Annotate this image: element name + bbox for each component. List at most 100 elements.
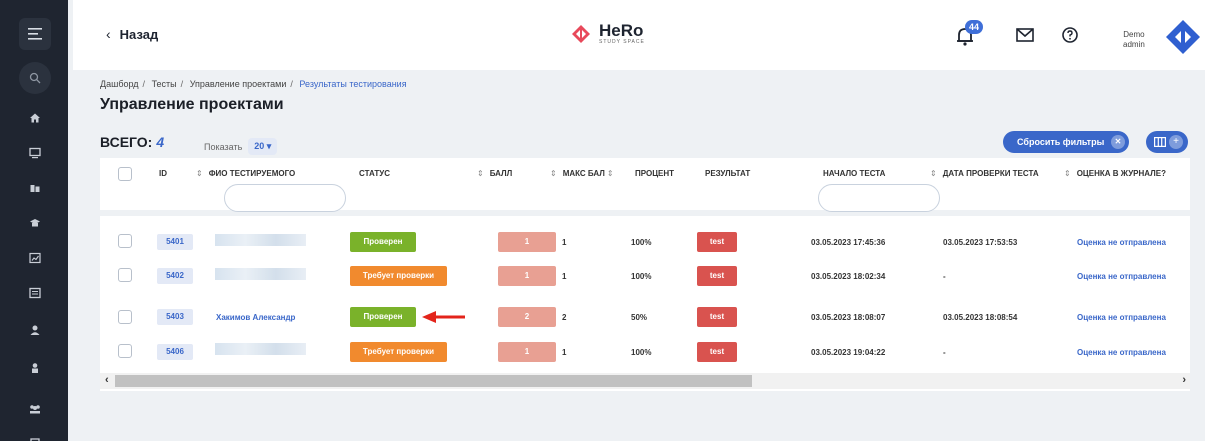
name-filter-input[interactable] <box>224 184 346 212</box>
avatar[interactable] <box>1164 18 1202 56</box>
back-button[interactable]: ‹ Назад <box>106 26 158 42</box>
columns-icon <box>1154 137 1166 147</box>
column-result[interactable]: РЕЗУЛЬТАТ <box>705 169 750 178</box>
table-row[interactable]: 5402 Требует проверки 1 1 100% test 03.0… <box>100 259 1190 293</box>
columns-settings-button[interactable]: + <box>1146 131 1188 153</box>
column-journal[interactable]: ⇕ ОЦЕНКА В ЖУРНАЛЕ? <box>1064 169 1166 178</box>
start-filter-input[interactable] <box>818 184 940 212</box>
status-badge[interactable]: Требует проверки <box>350 266 447 286</box>
sort-icon: ⇕ <box>477 169 484 178</box>
brand-subtitle: STUDY SPACE <box>599 38 645 45</box>
status-badge[interactable]: Проверен <box>350 232 416 252</box>
start-time: 03.05.2023 19:04:22 <box>811 348 886 357</box>
table-row[interactable]: 5406 Требует проверки 1 1 100% test 03.0… <box>100 337 1190 371</box>
column-max-score[interactable]: ⇕ МАКС БАЛ ⇕ <box>550 169 614 178</box>
reset-filters-label: Сбросить фильтры <box>1017 137 1105 147</box>
journal-status-link[interactable]: Оценка не отправлена <box>1077 313 1166 322</box>
row-checkbox[interactable] <box>118 344 132 358</box>
result-badge[interactable]: test <box>697 342 737 362</box>
select-all-checkbox[interactable] <box>118 167 132 181</box>
check-time: - <box>943 272 946 281</box>
percent: 100% <box>631 238 652 247</box>
search-icon[interactable] <box>19 62 51 94</box>
page-size-control: Показать 20 ▾ <box>204 138 278 155</box>
teacher-icon[interactable] <box>19 352 51 384</box>
notification-badge: 44 <box>965 20 984 34</box>
brand-logo[interactable]: HeRo STUDY SPACE <box>569 22 645 46</box>
plus-icon: + <box>1169 135 1183 149</box>
user-icon[interactable] <box>19 314 51 346</box>
graduation-icon[interactable] <box>19 207 51 239</box>
status-badge[interactable]: Требует проверки <box>350 342 447 362</box>
home-icon[interactable] <box>19 102 51 134</box>
chevron-left-icon: ‹ <box>106 26 111 42</box>
percent: 50% <box>631 313 648 322</box>
scroll-left-icon[interactable]: ‹ <box>105 374 109 386</box>
total-label: ВСЕГО: <box>100 134 153 150</box>
tests-icon[interactable] <box>19 277 51 309</box>
row-id[interactable]: 5403 <box>157 309 193 325</box>
sort-icon: ⇕ <box>1064 169 1071 178</box>
row-checkbox[interactable] <box>118 234 132 248</box>
chat-help-icon[interactable] <box>1061 26 1079 44</box>
row-checkbox[interactable] <box>118 310 132 324</box>
max-score: 1 <box>562 272 567 281</box>
column-score-label: БАЛЛ <box>489 169 513 178</box>
mail-icon[interactable] <box>1016 28 1034 42</box>
column-check-date[interactable]: ⇕ ДАТА ПРОВЕРКИ ТЕСТА <box>930 169 1039 178</box>
row-id[interactable]: 5406 <box>157 344 193 360</box>
column-score[interactable]: ⇕ БАЛЛ <box>477 169 512 178</box>
percent: 100% <box>631 348 652 357</box>
column-name-label: ФИО ТЕСТИРУЕМОГО <box>208 169 296 178</box>
breadcrumb-dashboard[interactable]: Дашборд <box>100 79 139 89</box>
column-start[interactable]: НАЧАЛО ТЕСТА <box>823 169 885 178</box>
monitor-icon[interactable] <box>19 137 51 169</box>
student-name-link[interactable]: Хакимов Александр <box>216 313 295 322</box>
chart-icon[interactable] <box>19 242 51 274</box>
row-id[interactable]: 5401 <box>157 234 193 250</box>
table-row[interactable]: 5401 Проверен 1 1 100% test 03.05.2023 1… <box>100 225 1190 259</box>
page-size-select[interactable]: 20 ▾ <box>248 138 278 155</box>
breadcrumb-separator: / <box>290 79 293 89</box>
scroll-right-icon[interactable]: › <box>1182 374 1186 386</box>
row-id[interactable]: 5402 <box>157 268 193 284</box>
top-bar: ‹ Назад HeRo STUDY SPACE 44 Demo admin <box>73 0 1205 70</box>
journal-status-link[interactable]: Оценка не отправлена <box>1077 348 1166 357</box>
table-row[interactable]: 5403 Хакимов Александр Проверен 2 2 50% … <box>100 301 1190 335</box>
user-name[interactable]: Demo admin <box>1123 30 1145 50</box>
start-time: 03.05.2023 18:02:34 <box>811 272 886 281</box>
total-count: ВСЕГО: 4 <box>100 134 164 150</box>
max-score: 1 <box>562 348 567 357</box>
user-first-line: Demo <box>1123 30 1145 39</box>
breadcrumb-tests[interactable]: Тесты <box>152 79 177 89</box>
journal-status-link[interactable]: Оценка не отправлена <box>1077 238 1166 247</box>
column-name[interactable]: ⇕ ФИО ТЕСТИРУЕМОГО <box>196 169 295 178</box>
table-header: ID ⇕ ФИО ТЕСТИРУЕМОГО СТАТУС ⇕ БАЛЛ ⇕ МАКС … <box>100 158 1190 216</box>
sort-icon: ⇕ <box>606 169 614 178</box>
journal-status-link[interactable]: Оценка не отправлена <box>1077 272 1166 281</box>
percent: 100% <box>631 272 652 281</box>
scroll-thumb[interactable] <box>115 375 752 387</box>
result-badge[interactable]: test <box>697 232 737 252</box>
group-icon[interactable] <box>19 393 51 425</box>
breadcrumb-results: Результаты тестирования <box>299 79 407 89</box>
column-status[interactable]: СТАТУС <box>359 169 390 178</box>
result-badge[interactable]: test <box>697 307 737 327</box>
document-icon[interactable] <box>19 428 51 441</box>
check-time: - <box>943 348 946 357</box>
menu-toggle-icon[interactable] <box>19 18 51 50</box>
books-icon[interactable] <box>19 172 51 204</box>
reset-filters-button[interactable]: Сбросить фильтры ✕ <box>1003 131 1129 153</box>
column-check-date-label: ДАТА ПРОВЕРКИ ТЕСТА <box>942 169 1039 178</box>
total-value: 4 <box>156 134 165 150</box>
row-checkbox[interactable] <box>118 268 132 282</box>
horizontal-scrollbar[interactable]: ‹ › <box>100 373 1190 389</box>
result-badge[interactable]: test <box>697 266 737 286</box>
score-badge: 2 <box>498 307 556 327</box>
max-score: 1 <box>562 238 567 247</box>
breadcrumb-projects[interactable]: Управление проектами <box>190 79 287 89</box>
status-badge[interactable]: Проверен <box>350 307 416 327</box>
column-percent[interactable]: ПРОЦЕНТ <box>635 169 674 178</box>
check-time: 03.05.2023 17:53:53 <box>943 238 1018 247</box>
column-id[interactable]: ID <box>159 169 167 178</box>
